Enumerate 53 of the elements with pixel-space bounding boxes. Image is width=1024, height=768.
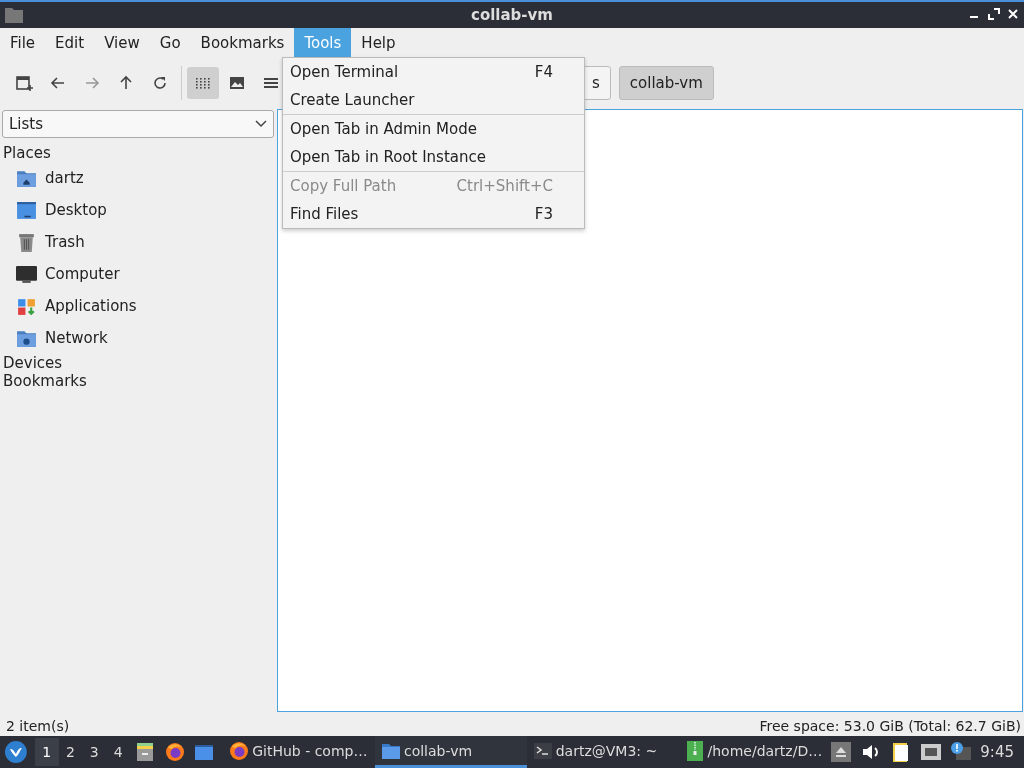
monitor-icon [16, 263, 37, 285]
shortcut-label: F4 [534, 63, 553, 81]
workspace-button[interactable]: 1 [34, 738, 59, 766]
menu-entry[interactable]: Find Files F3 [283, 200, 584, 228]
place-item[interactable]: Trash [45, 233, 85, 251]
menu-item[interactable]: Help [351, 28, 406, 57]
free-space: Free space: 53.0 GiB (Total: 62.7 GiB) [759, 718, 1021, 734]
place-item[interactable]: dartz [45, 169, 84, 187]
path-button[interactable]: collab-vm [618, 65, 714, 100]
place-item[interactable]: Desktop [45, 201, 107, 219]
place-item[interactable]: Applications [45, 297, 137, 315]
menu-entry[interactable]: Open Terminal F4 [283, 58, 584, 86]
workspace-button[interactable]: 4 [106, 738, 130, 766]
menu-item[interactable]: View [94, 28, 150, 57]
menu-item[interactable]: Go [149, 28, 191, 57]
chevron-icon [255, 120, 267, 128]
taskbar-task[interactable]: collab-vm [374, 736, 527, 768]
menu-entry[interactable]: Open Tab in Root Instance [283, 143, 584, 172]
folder-icon [5, 7, 23, 23]
icons-view-icon[interactable] [187, 66, 219, 99]
shortcut-label: F3 [534, 205, 553, 223]
firefox-icon [164, 742, 185, 762]
menu-entry[interactable]: Create Launcher [283, 86, 584, 115]
close-icon[interactable] [1006, 7, 1020, 21]
menu-item[interactable]: File [0, 28, 46, 57]
desktop-icon [16, 199, 37, 221]
firefox-icon [229, 740, 250, 761]
side-pane-dropdown[interactable]: Lists [2, 110, 274, 138]
notification-icon[interactable] [950, 741, 973, 763]
window-icon[interactable] [194, 742, 215, 762]
eject-icon[interactable] [830, 741, 853, 763]
taskbar-task[interactable]: GitHub - comp… [223, 736, 375, 768]
shortcut-label: Ctrl+Shift+C [456, 177, 553, 195]
restore-icon[interactable] [987, 7, 1001, 21]
place-item[interactable]: Network [45, 329, 108, 347]
archive-icon [684, 740, 705, 761]
place-item[interactable]: Computer [45, 265, 120, 283]
taskbar-task[interactable]: /home/dartz/D… [678, 736, 831, 768]
workspace-button[interactable]: 2 [58, 738, 83, 766]
terminal-icon [532, 740, 553, 761]
section-header[interactable]: Places [0, 141, 54, 165]
taskbar-task[interactable]: dartz@VM3: ~ [526, 736, 679, 768]
window-title: collab-vm [471, 6, 553, 24]
menu-item[interactable]: Edit [45, 28, 95, 57]
menu-item[interactable]: Bookmarks [190, 28, 295, 57]
item-count: 2 item(s) [6, 718, 70, 734]
clock[interactable]: 9:45 [980, 743, 1014, 761]
start-menu-icon[interactable] [5, 741, 27, 763]
menu-entry[interactable]: Open Tab in Admin Mode [283, 115, 584, 143]
network-icon[interactable] [920, 741, 943, 763]
trash-icon [16, 231, 37, 253]
workspace-button[interactable]: 3 [82, 738, 107, 766]
file-cabinet-icon[interactable] [134, 742, 155, 762]
